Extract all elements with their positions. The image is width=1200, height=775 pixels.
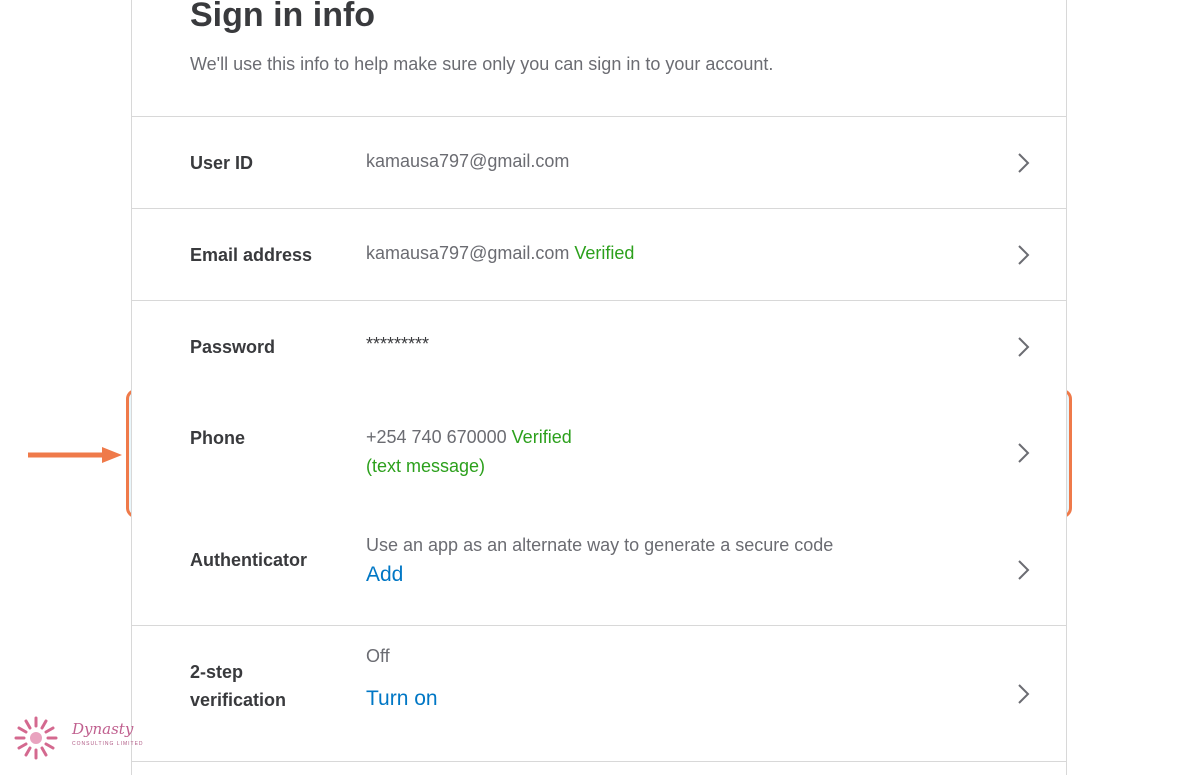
page-title: Sign in info: [190, 0, 376, 34]
email-value: kamausa797@gmail.com: [366, 243, 570, 263]
authenticator-label: Authenticator: [190, 550, 307, 570]
logo-text: Dynasty: [72, 720, 134, 738]
chevron-right-icon[interactable]: [1016, 559, 1032, 581]
chevron-right-icon[interactable]: [1016, 442, 1032, 464]
two-step-verification-row[interactable]: 2-step verification Off Turn on: [132, 625, 1066, 762]
email-row[interactable]: Email address kamausa797@gmail.com Verif…: [132, 208, 1066, 301]
authenticator-description: Use an app as an alternate way to genera…: [366, 535, 834, 555]
password-row[interactable]: Password *********: [132, 300, 1066, 393]
authenticator-row[interactable]: Authenticator Use an app as an alternate…: [132, 517, 1066, 626]
two-step-label-line2: verification: [190, 690, 287, 710]
next-row-partial: [132, 761, 1066, 775]
password-value: *********: [366, 334, 430, 354]
phone-row[interactable]: Phone +254 740 670000 Verified (text mes…: [132, 392, 1066, 518]
password-label: Password: [190, 337, 276, 357]
arrow-right-icon: [28, 447, 122, 463]
email-label: Email address: [190, 245, 313, 265]
logo-subtext: CONSULTING LIMITED: [72, 741, 144, 747]
user-id-label: User ID: [190, 153, 254, 173]
authenticator-add-link[interactable]: Add: [366, 561, 403, 589]
logo-mark-icon: [14, 716, 58, 760]
phone-verified-badge: Verified: [511, 427, 572, 447]
dynasty-logo: Dynasty CONSULTING LIMITED: [12, 714, 143, 762]
user-id-value: kamausa797@gmail.com: [366, 151, 570, 171]
user-id-row[interactable]: User ID kamausa797@gmail.com: [132, 116, 1066, 209]
two-step-status: Off: [366, 646, 390, 666]
chevron-right-icon[interactable]: [1016, 683, 1032, 705]
email-verified-badge: Verified: [574, 243, 635, 263]
email-value-group: kamausa797@gmail.com Verified: [366, 239, 634, 267]
two-step-turn-on-link[interactable]: Turn on: [366, 685, 438, 713]
phone-method-note: (text message): [366, 456, 486, 476]
phone-label: Phone: [190, 428, 246, 448]
sign-in-info-panel: Sign in info We'll use this info to help…: [131, 0, 1067, 775]
phone-value: +254 740 670000: [366, 427, 507, 447]
two-step-label-line1: 2-step: [190, 662, 244, 682]
phone-value-group: +254 740 670000 Verified: [366, 423, 572, 451]
page-subtitle: We'll use this info to help make sure on…: [190, 54, 774, 74]
chevron-right-icon[interactable]: [1016, 244, 1032, 266]
chevron-right-icon[interactable]: [1016, 336, 1032, 358]
chevron-right-icon[interactable]: [1016, 152, 1032, 174]
